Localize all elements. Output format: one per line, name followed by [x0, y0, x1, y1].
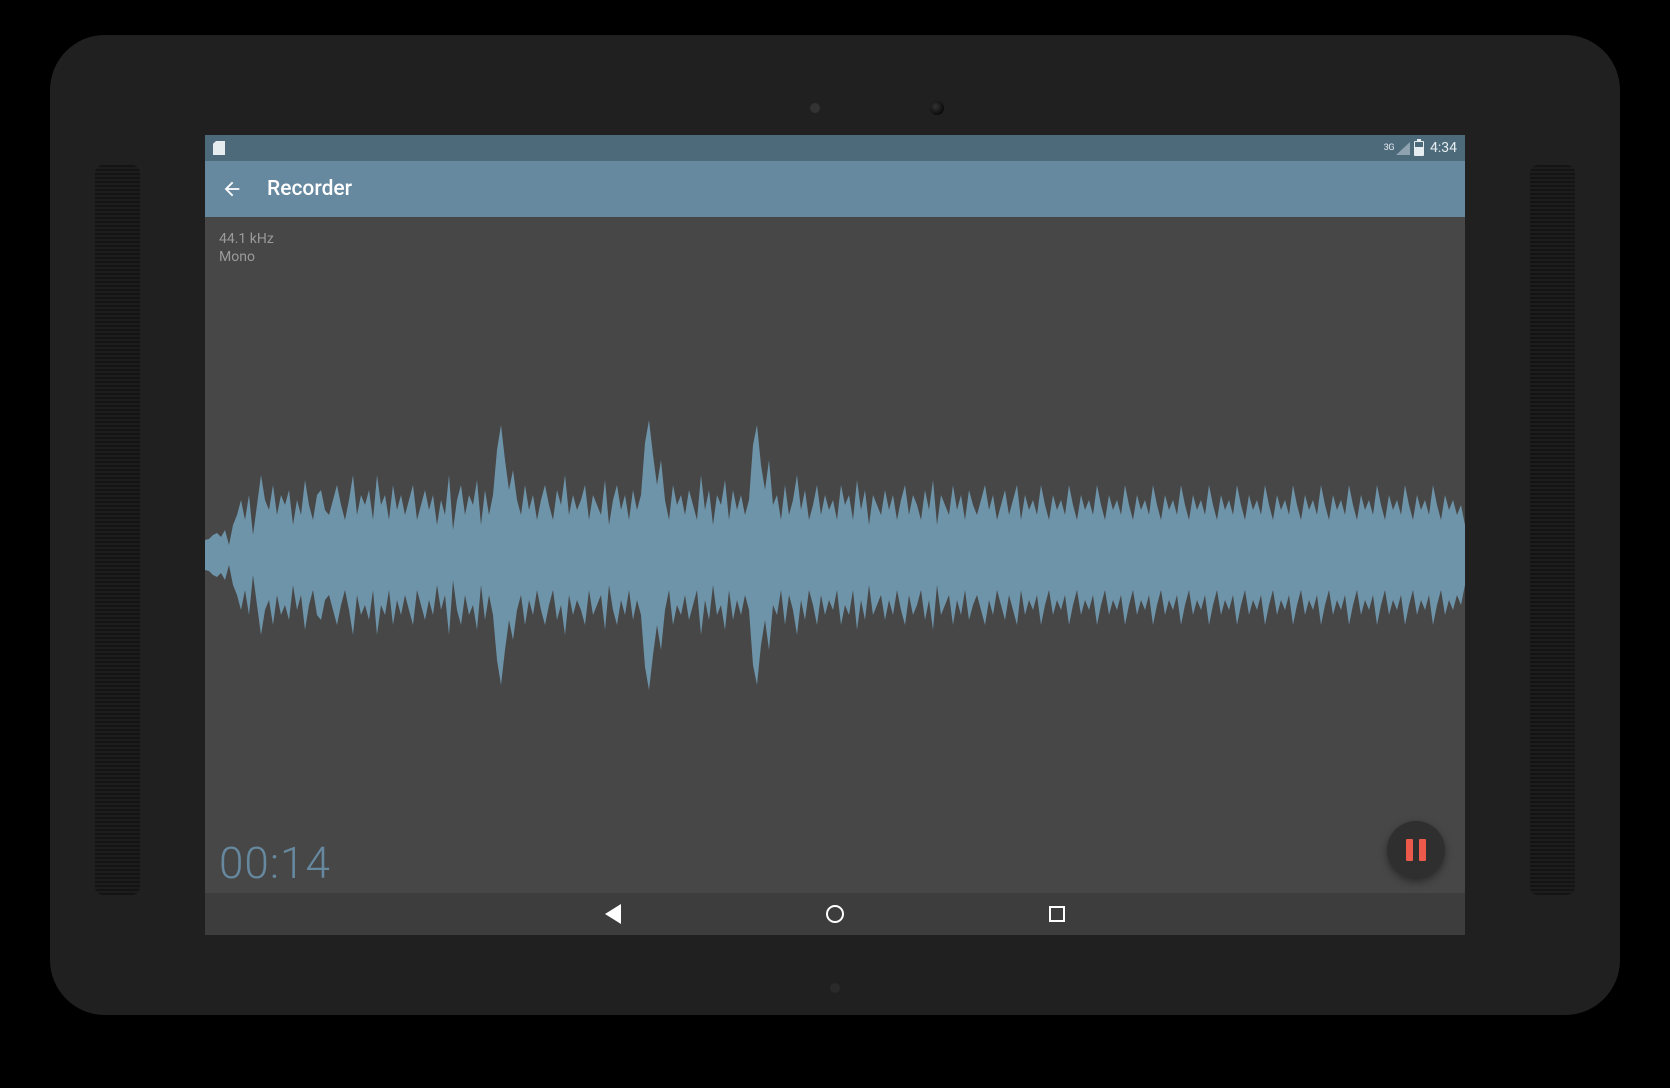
nav-back-button[interactable] [602, 903, 624, 925]
nav-home-button[interactable] [824, 903, 846, 925]
tablet-sensor [810, 103, 820, 113]
nav-recent-button[interactable] [1046, 903, 1068, 925]
pause-icon [1406, 839, 1426, 861]
sd-card-icon [213, 141, 225, 155]
status-clock: 4:34 [1430, 140, 1457, 156]
status-bar: 3G 4:34 [205, 135, 1465, 161]
circle-home-icon [826, 905, 844, 923]
tablet-home-dot [830, 983, 840, 993]
network-type-label: 3G [1384, 143, 1394, 153]
elapsed-time: 00:14 [219, 837, 331, 889]
pause-button[interactable] [1387, 821, 1445, 879]
device-screen: 3G 4:34 Recorder 44.1 kHz Mono [205, 135, 1465, 935]
arrow-left-icon [221, 178, 243, 200]
battery-icon [1414, 141, 1424, 156]
tablet-camera [930, 101, 944, 115]
waveform-display [205, 217, 1465, 893]
tablet-speaker [95, 165, 140, 895]
square-recent-icon [1049, 906, 1065, 922]
app-title: Recorder [267, 177, 352, 201]
triangle-back-icon [605, 904, 621, 924]
tablet-speaker [1530, 165, 1575, 895]
waveform-icon [205, 405, 1465, 705]
back-button[interactable] [221, 178, 243, 200]
app-action-bar: Recorder [205, 161, 1465, 217]
signal-icon [1396, 142, 1410, 155]
system-nav-bar [205, 893, 1465, 935]
tablet-frame: 3G 4:34 Recorder 44.1 kHz Mono [50, 35, 1620, 1015]
